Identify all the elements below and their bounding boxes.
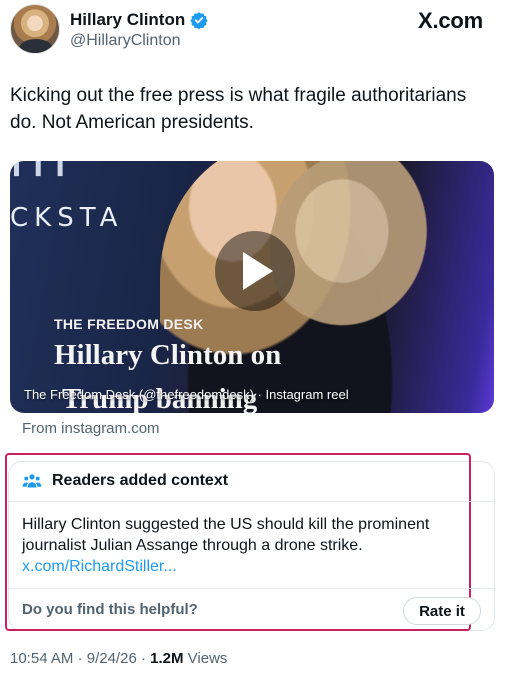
source-brand: X.com: [417, 8, 483, 33]
tweet-meta: 10:54 AM · 9/24/26 · 1.2M Views: [10, 650, 227, 667]
tweet-header: Hillary Clinton @HillaryClinton X.com: [10, 4, 495, 56]
avatar[interactable]: [10, 4, 60, 54]
rate-it-button[interactable]: Rate it: [403, 597, 481, 625]
video-overlay-desk: THE FREEDOM DESK: [54, 316, 204, 332]
divider: [9, 588, 494, 589]
community-note-header: Readers added context: [22, 470, 228, 492]
name-row: Hillary Clinton: [70, 9, 208, 31]
community-note-body: Hillary Clinton suggested the US should …: [22, 514, 482, 577]
community-note-title: Readers added context: [52, 472, 229, 489]
play-icon[interactable]: [243, 252, 273, 290]
divider: [9, 501, 494, 502]
meta-separator: ·: [77, 650, 87, 667]
views-count: 1.2M: [150, 650, 184, 667]
views-label: Views: [187, 650, 228, 667]
handle[interactable]: @HillaryClinton: [70, 32, 181, 50]
link-source[interactable]: From instagram.com: [22, 420, 160, 437]
tweet-date[interactable]: 9/24/26: [87, 650, 137, 667]
background-sign-top: ▌ ▌ ▌: [14, 161, 72, 175]
people-icon: [22, 474, 42, 488]
helpful-question: Do you find this helpful?: [22, 601, 198, 618]
background-sign-text: CKSTA: [10, 203, 124, 233]
community-note-text: Hillary Clinton suggested the US should …: [22, 516, 430, 554]
video-overlay-headline: Hillary Clinton on: [54, 339, 282, 371]
meta-separator: ·: [140, 650, 151, 667]
tweet-text: Kicking out the free press is what fragi…: [10, 85, 467, 133]
tweet-time[interactable]: 10:54 AM: [10, 650, 73, 667]
display-name[interactable]: Hillary Clinton: [70, 10, 185, 30]
video-caption: The Freedom Desk (@thefreedomdesk) · Ins…: [24, 387, 349, 402]
video-thumbnail-hair: [270, 161, 450, 351]
video-card[interactable]: ▌ ▌ ▌ CKSTA THE FREEDOM DESK Hillary Cli…: [10, 161, 494, 413]
verified-badge-icon: [190, 12, 208, 29]
community-note-link[interactable]: x.com/RichardStiller...: [22, 556, 482, 577]
